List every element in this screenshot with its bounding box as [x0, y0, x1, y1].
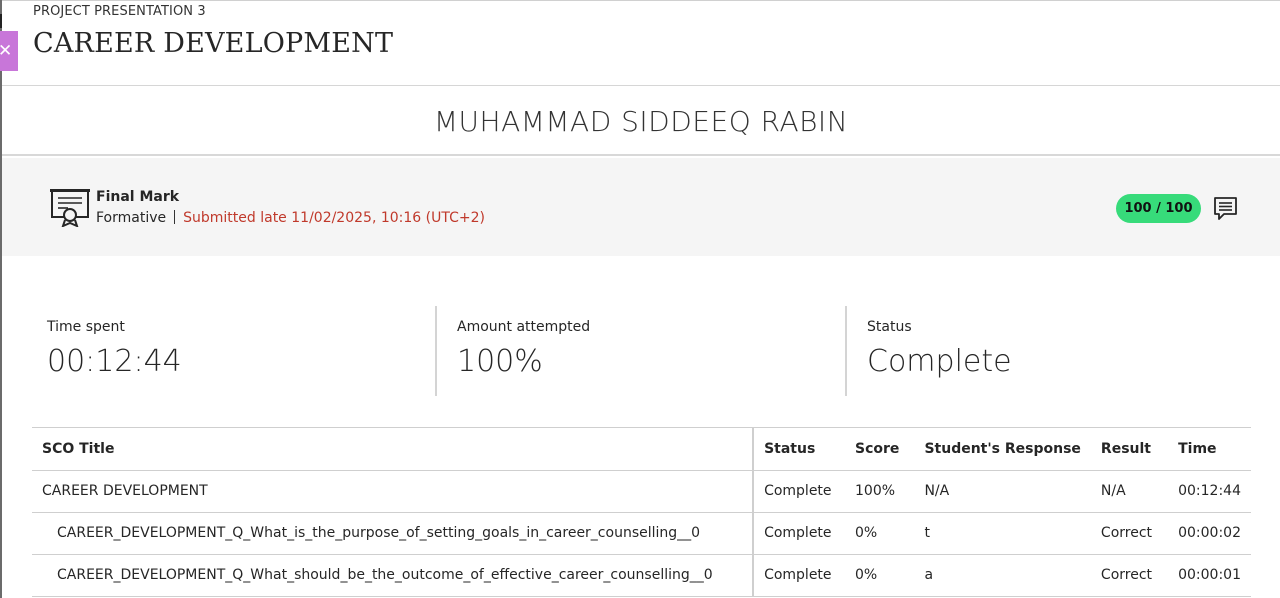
cell-status: Complete: [753, 554, 845, 597]
column-header-status: Status: [753, 428, 845, 471]
table-row: CAREER DEVELOPMENT Complete 100% N/A N/A…: [32, 470, 1251, 513]
student-name: MUHAMMAD SIDDEEQ RABIN: [433, 105, 849, 138]
cell-response: t: [914, 512, 1091, 555]
close-panel-button[interactable]: ✕: [0, 31, 18, 71]
cell-response: a: [914, 554, 1091, 597]
grade-label: Final Mark: [96, 189, 180, 205]
assignment-kicker: PROJECT PRESENTATION 3: [33, 4, 206, 19]
cell-score: 0%: [845, 512, 915, 555]
stat-label: Amount attempted: [457, 319, 591, 335]
cell-result: N/A: [1090, 470, 1169, 513]
column-header-response: Student's Response: [914, 428, 1091, 471]
table-row: CAREER_DEVELOPMENT_Q_What_should_be_the_…: [32, 554, 1251, 597]
stat-value: 100%: [457, 344, 543, 379]
stat-label: Time spent: [47, 319, 125, 335]
certificate-icon: [50, 189, 90, 227]
submission-status: Submitted late 11/02/2025, 10:16 (UTC+2): [183, 210, 485, 226]
page-title: CAREER DEVELOPMENT: [33, 28, 394, 59]
column-header-sco-title: SCO Title: [32, 428, 755, 471]
stat-amount-attempted: Amount attempted 100%: [437, 306, 847, 396]
cell-sco-title: CAREER_DEVELOPMENT_Q_What_should_be_the_…: [32, 554, 755, 597]
cell-score: 100%: [845, 470, 915, 513]
close-icon: ✕: [0, 41, 13, 61]
attempt-stats: Time spent 00:12:44 Amount attempted 100…: [2, 306, 1280, 396]
meta-separator: [174, 210, 176, 224]
cell-result: Correct: [1090, 512, 1169, 555]
sco-table: SCO Title Status Score Student's Respons…: [32, 428, 1251, 597]
table-row: CAREER_DEVELOPMENT_Q_What_is_the_purpose…: [32, 512, 1251, 555]
stat-value: Complete: [867, 344, 1012, 379]
column-header-time: Time: [1168, 428, 1251, 471]
cell-time: 00:00:01: [1168, 554, 1251, 597]
cell-response: N/A: [914, 470, 1091, 513]
table-header-row: SCO Title Status Score Student's Respons…: [32, 428, 1251, 471]
stat-label: Status: [867, 319, 912, 335]
student-band: MUHAMMAD SIDDEEQ RABIN: [2, 87, 1280, 156]
cell-score: 0%: [845, 554, 915, 597]
grade-panel: Final Mark Formative Submitted late 11/02…: [2, 158, 1280, 256]
column-header-result: Result: [1090, 428, 1169, 471]
stat-time-spent: Time spent 00:12:44: [2, 306, 436, 396]
score-pill[interactable]: 100 / 100: [1116, 194, 1201, 223]
stat-value: 00:12:44: [47, 344, 182, 379]
cell-time: 00:12:44: [1168, 470, 1251, 513]
cell-status: Complete: [753, 512, 845, 555]
cell-time: 00:00:02: [1168, 512, 1251, 555]
cell-sco-title: CAREER DEVELOPMENT: [32, 470, 755, 513]
cell-sco-title: CAREER_DEVELOPMENT_Q_What_is_the_purpose…: [32, 512, 755, 555]
cell-result: Correct: [1090, 554, 1169, 597]
grade-meta: Formative Submitted late 11/02/2025, 10:1…: [96, 210, 485, 226]
page-header: PROJECT PRESENTATION 3 CAREER DEVELOPMEN…: [2, 0, 1280, 86]
sco-table-wrapper: SCO Title Status Score Student's Respons…: [32, 427, 1251, 598]
column-header-score: Score: [845, 428, 915, 471]
grade-type: Formative: [96, 210, 167, 226]
cell-status: Complete: [753, 470, 845, 513]
feedback-icon[interactable]: [1212, 195, 1239, 222]
stat-status: Status Complete: [847, 306, 1277, 396]
